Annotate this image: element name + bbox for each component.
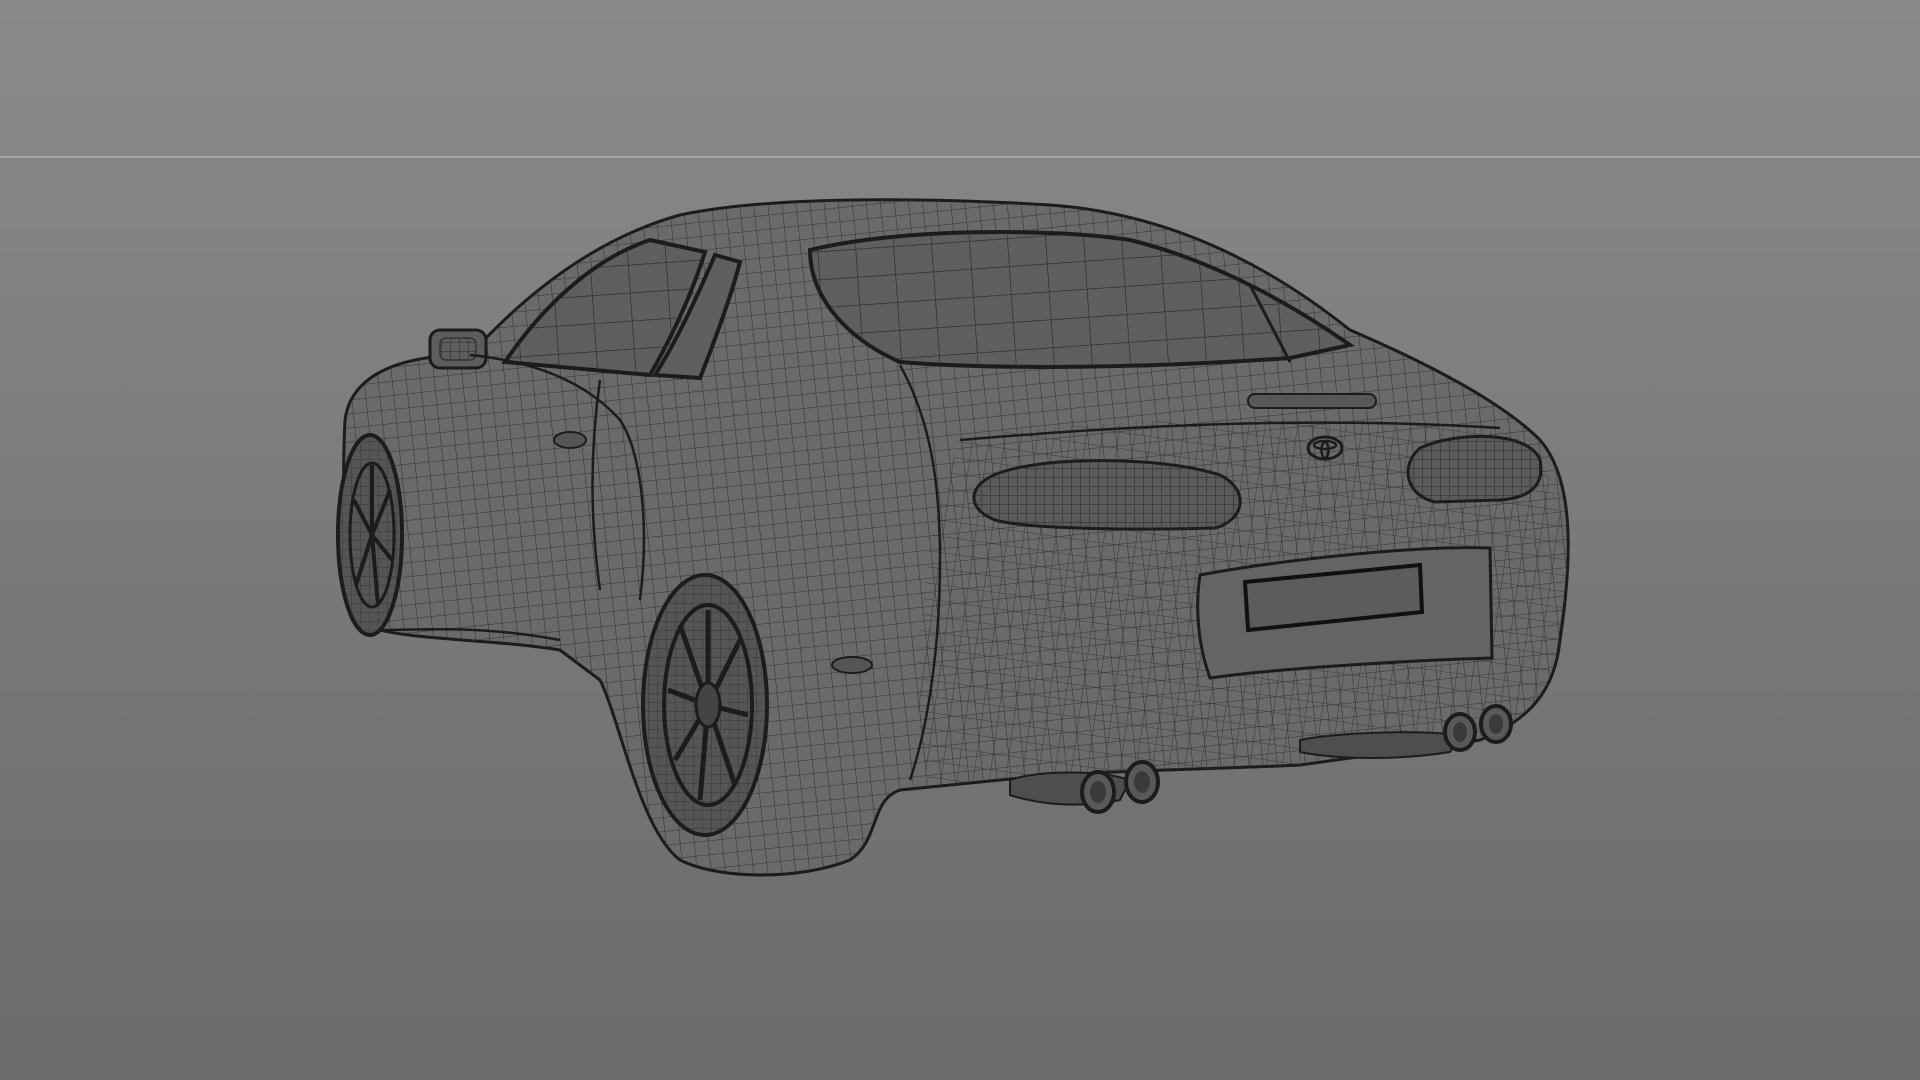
- front-wheel: [336, 433, 404, 637]
- rear-window: [807, 229, 1355, 369]
- side-mirror: [428, 328, 488, 370]
- license-plate: [1196, 546, 1494, 680]
- 3d-viewport[interactable]: [0, 0, 1920, 1080]
- third-brake-light: [1247, 393, 1377, 409]
- rear-wheel: [641, 573, 769, 837]
- car-wireframe-model[interactable]: [0, 0, 1920, 1080]
- door-handle: [553, 431, 587, 449]
- side-marker-light: [831, 656, 873, 674]
